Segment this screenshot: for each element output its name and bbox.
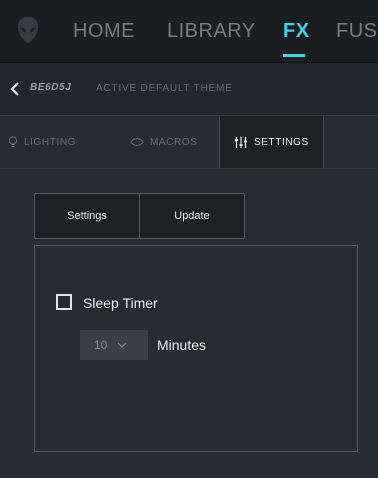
minutes-select-value: 10	[94, 338, 108, 352]
back-chevron-icon[interactable]	[8, 81, 22, 97]
sleep-timer-label: Sleep Timer	[83, 295, 158, 311]
minutes-unit-label: Minutes	[157, 337, 207, 353]
nav-library[interactable]: LIBRARY	[167, 20, 256, 43]
tab-settings-label: SETTINGS	[254, 136, 309, 148]
nav-active-indicator	[283, 54, 305, 57]
theme-bar: BE6D5J ACTIVE DEFAULT THEME	[0, 62, 378, 115]
top-navigation: HOME LIBRARY FX FUS	[0, 0, 378, 62]
tab-macros[interactable]: MACROS	[130, 116, 198, 168]
nav-home[interactable]: HOME	[73, 20, 135, 43]
update-button[interactable]: Update	[139, 193, 245, 239]
sliders-icon	[235, 136, 247, 148]
tab-lighting[interactable]: LIGHTING	[8, 116, 76, 168]
eye-icon	[130, 138, 144, 146]
theme-name: BE6D5J	[30, 82, 72, 93]
alien-logo-icon[interactable]	[16, 16, 40, 44]
fx-subtabs: LIGHTING MACROS SETTINGS	[0, 115, 378, 169]
sleep-timer-minutes-select[interactable]: 10	[80, 330, 148, 360]
nav-fx[interactable]: FX	[283, 20, 310, 43]
settings-button[interactable]: Settings	[34, 193, 140, 239]
sleep-timer-checkbox[interactable]	[56, 294, 72, 310]
tab-lighting-label: LIGHTING	[24, 136, 77, 148]
theme-status: ACTIVE DEFAULT THEME	[96, 83, 233, 94]
chevron-down-icon	[117, 342, 127, 348]
nav-fusion[interactable]: FUS	[336, 20, 378, 43]
tab-settings[interactable]: SETTINGS	[219, 116, 324, 168]
bulb-icon	[8, 136, 18, 147]
tab-macros-label: MACROS	[150, 136, 198, 148]
